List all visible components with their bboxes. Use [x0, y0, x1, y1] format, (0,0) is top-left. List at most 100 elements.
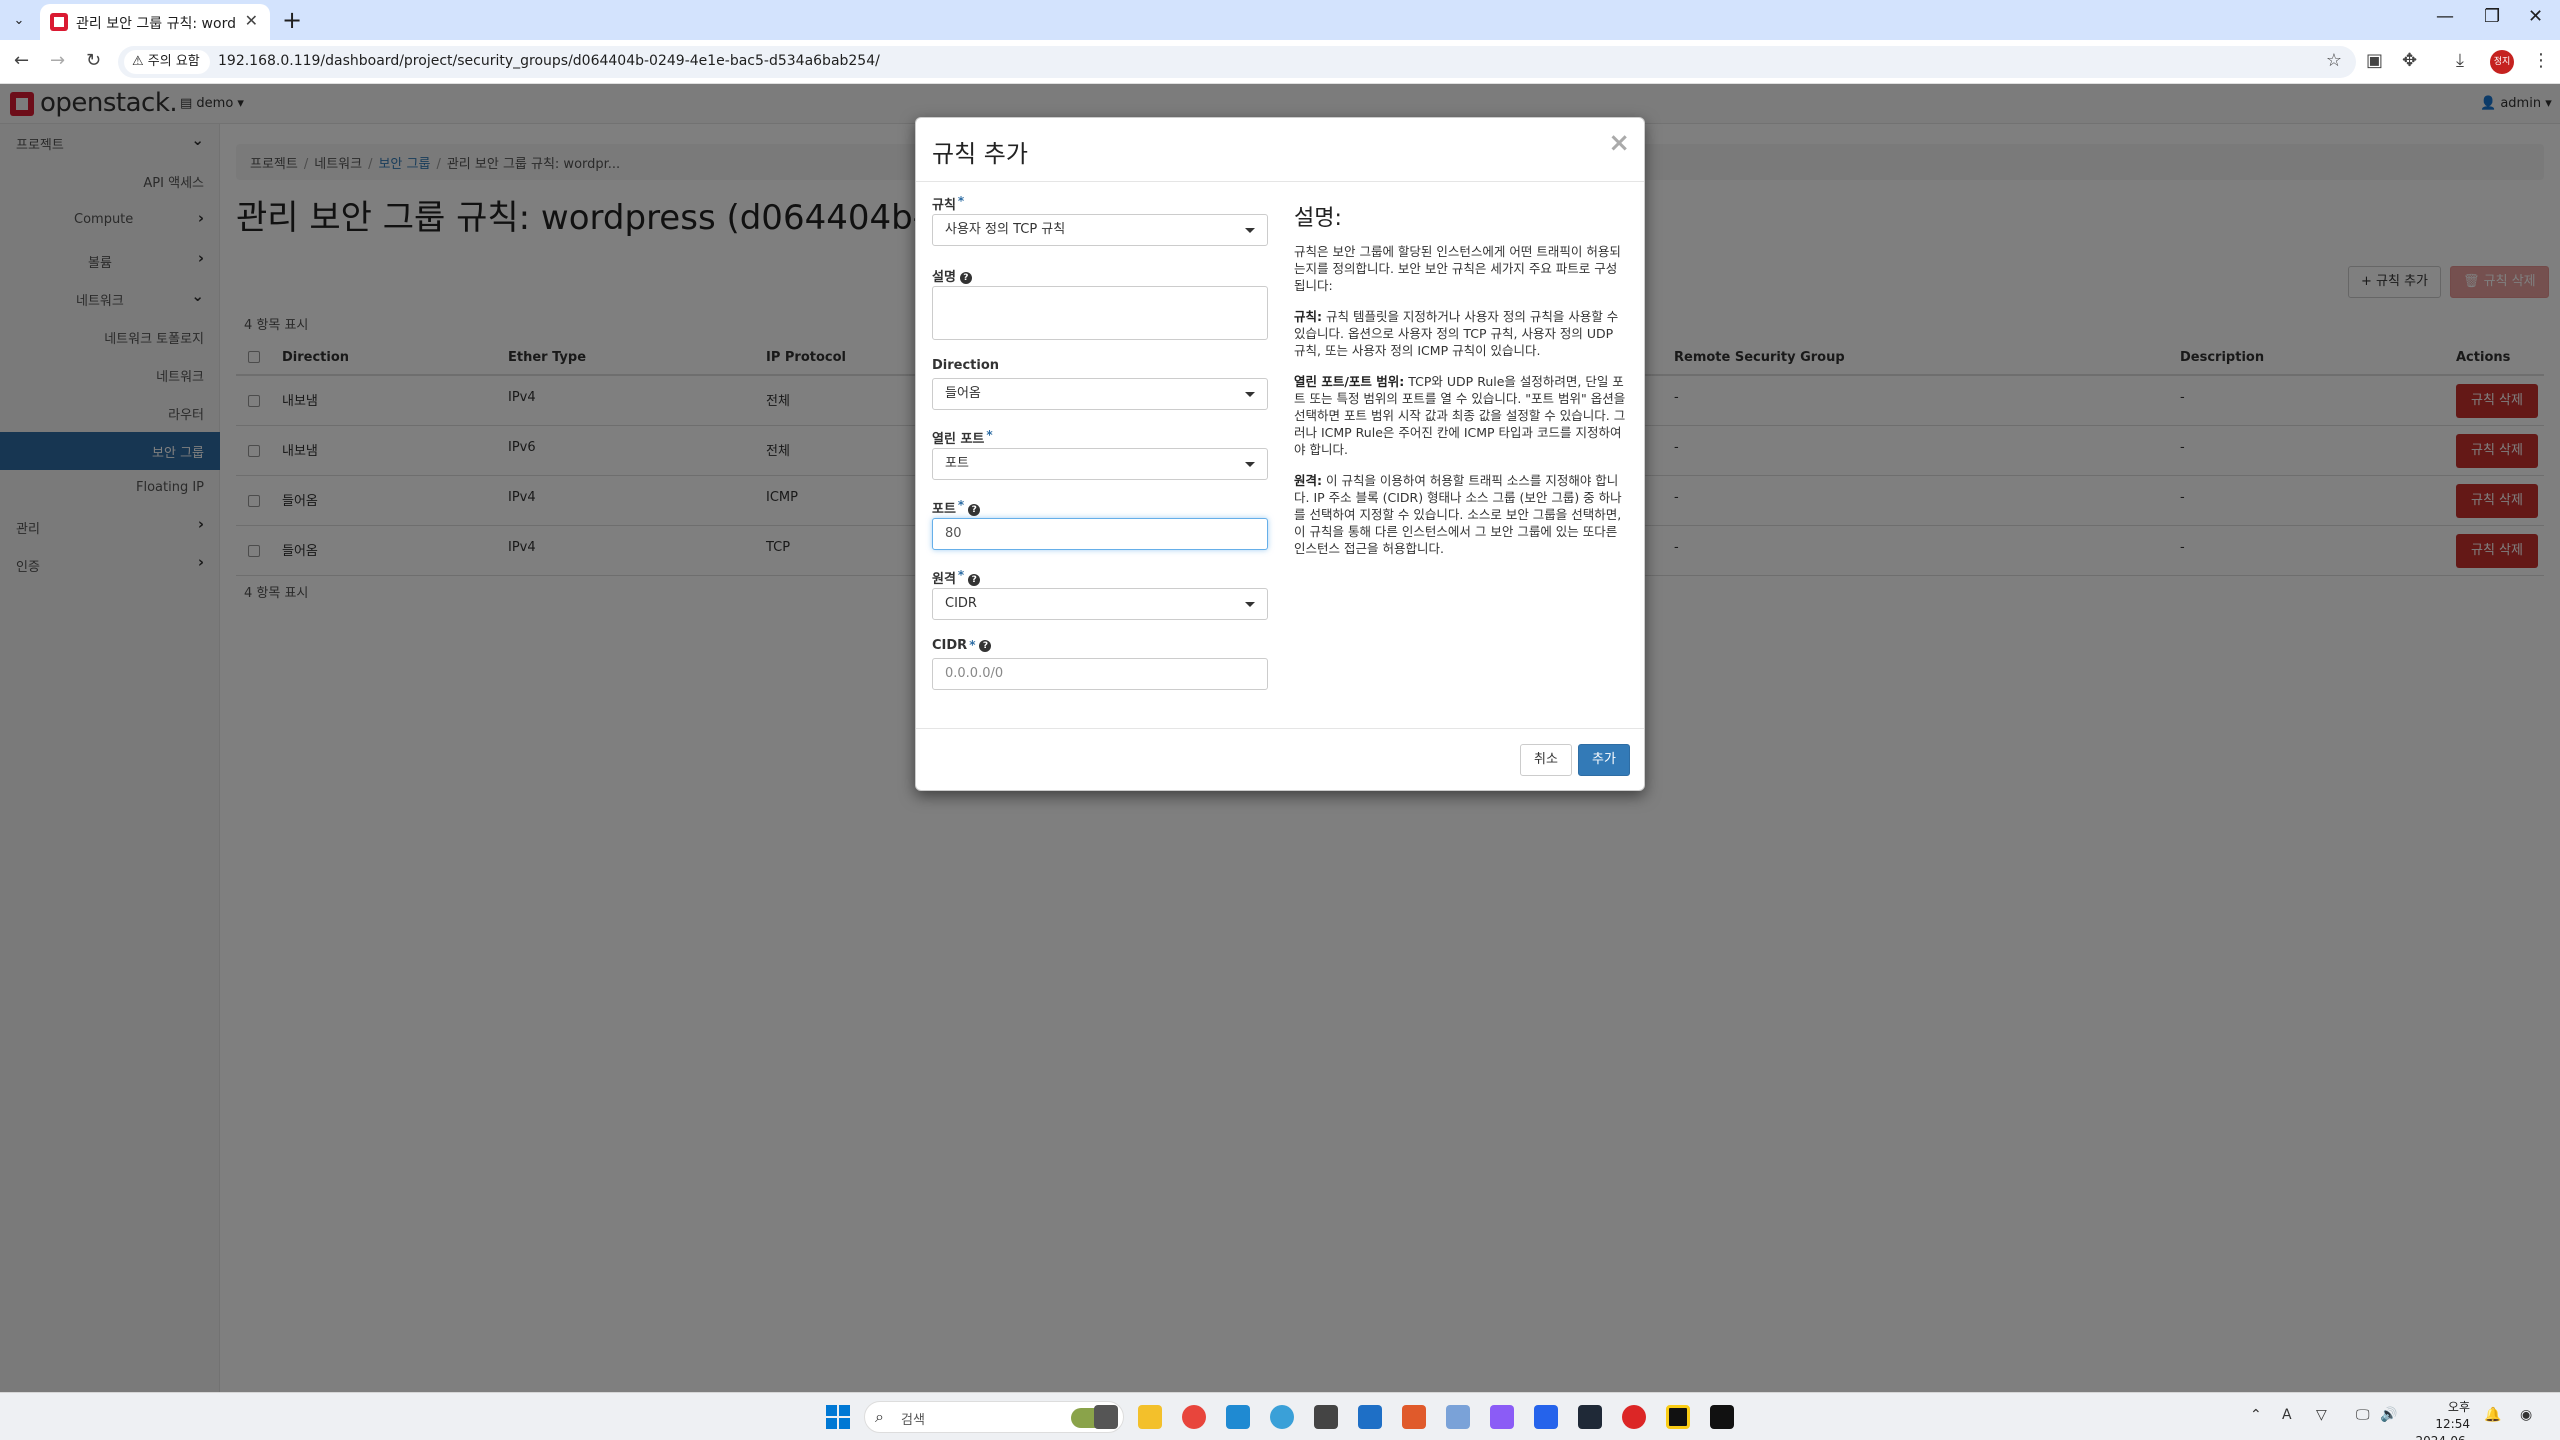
- modal-footer: 취소 추가: [916, 728, 1644, 790]
- help-question-icon[interactable]: ?: [968, 573, 981, 586]
- forward-icon[interactable]: →: [50, 50, 65, 71]
- tab-search-icon[interactable]: ⌄: [6, 8, 32, 34]
- wifi-icon[interactable]: ▽: [2316, 1407, 2327, 1423]
- help-intro: 규칙은 보안 그룹에 할당된 인스턴스에게 어떤 트래픽이 허용되는지를 정의합…: [1294, 244, 1621, 293]
- address-bar[interactable]: ⚠ 주의 요함 192.168.0.119/dashboard/project/…: [118, 46, 2356, 78]
- cancel-button[interactable]: 취소: [1520, 744, 1572, 776]
- direction-field-group: Direction 들어옴: [932, 358, 1268, 410]
- reload-icon[interactable]: ↻: [86, 50, 101, 71]
- download-icon[interactable]: ⤓: [2456, 50, 2464, 71]
- chrome-icon[interactable]: [1182, 1405, 1206, 1429]
- submit-add-button[interactable]: 추가: [1578, 744, 1630, 776]
- bookmark-star-icon[interactable]: ☆: [2326, 50, 2342, 71]
- port-field-group: 포트 *? 80: [932, 498, 1268, 550]
- caret-down-icon: [1245, 602, 1255, 607]
- rule-field-group: 규칙 * 사용자 정의 TCP 규칙: [932, 194, 1268, 246]
- direction-label: Direction: [932, 358, 1000, 373]
- taskbar-search[interactable]: ⌕ 검색: [864, 1401, 1124, 1433]
- task-view-icon[interactable]: [1094, 1405, 1118, 1429]
- security-warning-chip[interactable]: ⚠ 주의 요함: [124, 50, 210, 74]
- sublime-app-icon[interactable]: [1666, 1405, 1690, 1429]
- security-warning-text: 주의 요함: [147, 54, 200, 69]
- warning-triangle-icon: ⚠: [132, 54, 148, 69]
- photos-app-icon[interactable]: [1446, 1405, 1470, 1429]
- system-clock[interactable]: 오후 12:54 2024-06-22: [2410, 1399, 2470, 1440]
- notification-bell-icon[interactable]: 🔔: [2484, 1407, 2501, 1423]
- direction-select-value: 들어옴: [945, 386, 981, 401]
- profile-avatar[interactable]: 정지: [2490, 50, 2514, 74]
- required-asterisk-icon: *: [957, 498, 965, 512]
- document-app-icon[interactable]: [1358, 1405, 1382, 1429]
- help-port: 열린 포트/포트 범위: TCP와 UDP Rule을 설정하려면, 단일 포트…: [1294, 374, 1626, 457]
- maximize-icon[interactable]: ❐: [2484, 6, 2500, 27]
- help-title: 설명:: [1294, 206, 1342, 231]
- extensions-icon[interactable]: ✥: [2402, 50, 2417, 71]
- browser-app-icon[interactable]: [1270, 1405, 1294, 1429]
- help-question-icon[interactable]: ?: [959, 271, 972, 284]
- window-close-icon[interactable]: ✕: [2528, 6, 2543, 27]
- help-question-icon[interactable]: ?: [968, 503, 981, 516]
- port-label: 포트 *?: [932, 498, 1268, 518]
- description-field-group: 설명?: [932, 266, 1268, 340]
- visual-studio-icon[interactable]: [1490, 1405, 1514, 1429]
- clipboard-app-icon[interactable]: [1314, 1405, 1338, 1429]
- vscode-icon[interactable]: [1226, 1405, 1250, 1429]
- openstack-favicon-icon: [50, 13, 68, 31]
- description-textarea[interactable]: [932, 286, 1268, 340]
- browser-tab-bar: ⌄ 관리 보안 그룹 규칙: wordpress ✕ + — ❐ ✕: [0, 0, 2560, 40]
- browser-tab-active[interactable]: 관리 보안 그룹 규칙: wordpress ✕: [40, 4, 270, 40]
- record-app-icon[interactable]: [1622, 1405, 1646, 1429]
- help-question-icon[interactable]: ?: [979, 639, 992, 652]
- direction-select[interactable]: 들어옴: [932, 378, 1268, 410]
- caret-down-icon: [1245, 462, 1255, 467]
- required-asterisk-icon: *: [986, 428, 993, 442]
- required-asterisk-icon: *: [969, 638, 976, 652]
- input-method-icon[interactable]: A: [2282, 1407, 2292, 1423]
- modal-header: 규칙 추가 ×: [916, 118, 1644, 182]
- back-icon[interactable]: ←: [14, 50, 29, 71]
- browser-toolbar: ← → ↻ ⚠ 주의 요함 192.168.0.119/dashboard/pr…: [0, 40, 2560, 84]
- cidr-label: CIDR *?: [932, 638, 1268, 658]
- cidr-field-group: CIDR *? 0.0.0.0/0: [932, 638, 1268, 690]
- tab-close-icon[interactable]: ✕: [245, 11, 258, 30]
- remote-select-value: CIDR: [945, 596, 977, 611]
- windows-start-icon[interactable]: [826, 1405, 850, 1429]
- taskbar-search-placeholder: 검색: [901, 1413, 925, 1428]
- remote-label: 원격 *?: [932, 568, 1268, 588]
- port-input[interactable]: 80: [932, 518, 1268, 550]
- caret-down-icon: [1245, 392, 1255, 397]
- network-icon[interactable]: 🖵: [2356, 1407, 2370, 1423]
- remote-field-group: 원격 *? CIDR: [932, 568, 1268, 620]
- open-port-select[interactable]: 포트: [932, 448, 1268, 480]
- add-rule-modal: 규칙 추가 × 규칙 * 사용자 정의 TCP 규칙 설명? Direction …: [915, 117, 1645, 791]
- open-port-field-group: 열린 포트 * 포트: [932, 428, 1268, 480]
- minimize-icon[interactable]: —: [2436, 6, 2454, 27]
- caret-down-icon: [1245, 228, 1255, 233]
- close-icon[interactable]: ×: [1608, 128, 1630, 158]
- remote-select[interactable]: CIDR: [932, 588, 1268, 620]
- tab-title: 관리 보안 그룹 규칙: wordpress: [76, 16, 236, 32]
- terminal-icon[interactable]: [1710, 1405, 1734, 1429]
- browser-menu-icon[interactable]: ⋮: [2532, 50, 2550, 71]
- copilot-icon[interactable]: ◉: [2520, 1407, 2532, 1423]
- cidr-input[interactable]: 0.0.0.0/0: [932, 658, 1268, 690]
- file-explorer-icon[interactable]: [1138, 1405, 1162, 1429]
- open-port-select-value: 포트: [945, 456, 969, 471]
- cube-app-icon[interactable]: [1578, 1405, 1602, 1429]
- powershell-icon[interactable]: [1534, 1405, 1558, 1429]
- office-app-icon[interactable]: [1402, 1405, 1426, 1429]
- modal-title: 규칙 추가: [932, 140, 1028, 168]
- volume-icon[interactable]: 🔊: [2380, 1407, 2397, 1423]
- required-asterisk-icon: *: [957, 568, 965, 582]
- rule-select-value: 사용자 정의 TCP 규칙: [945, 222, 1066, 237]
- screen-cast-icon[interactable]: ▣: [2366, 50, 2383, 71]
- url-text[interactable]: 192.168.0.119/dashboard/project/security…: [218, 53, 880, 69]
- rule-select[interactable]: 사용자 정의 TCP 규칙: [932, 214, 1268, 246]
- new-tab-icon[interactable]: +: [282, 6, 302, 34]
- required-asterisk-icon: *: [957, 194, 965, 208]
- help-remote: 원격: 이 규칙을 이용하여 허용할 트래픽 소스를 지정해야 합니다. IP …: [1294, 473, 1622, 556]
- clock-time: 오후 12:54: [2435, 1400, 2470, 1431]
- tray-overflow-icon[interactable]: ⌃: [2250, 1407, 2262, 1423]
- clock-date: 2024-06-22: [2410, 1433, 2470, 1440]
- windows-taskbar: ⌕ 검색 ⌃ A ▽ 🖵 🔊 오후 12:54 2024-06-22 🔔 ◉: [0, 1392, 2560, 1440]
